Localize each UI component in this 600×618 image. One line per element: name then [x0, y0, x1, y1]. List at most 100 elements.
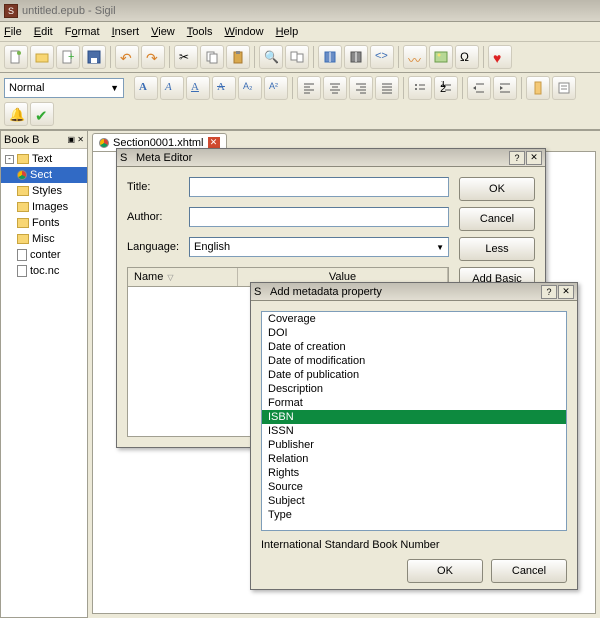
title-label: Title:: [127, 181, 189, 193]
align-justify-icon[interactable]: [375, 76, 399, 100]
menu-edit[interactable]: Edit: [34, 26, 53, 38]
validate-icon[interactable]: 🔔: [4, 102, 28, 126]
tree-folder-images[interactable]: Images: [1, 199, 87, 215]
property-item[interactable]: Date of publication: [262, 368, 566, 382]
less-button[interactable]: Less: [459, 237, 535, 261]
file-icon: [17, 249, 27, 261]
menu-file[interactable]: File: [4, 26, 22, 38]
tree-folder-misc[interactable]: Misc: [1, 231, 87, 247]
italic-icon[interactable]: A: [160, 76, 184, 100]
meta-editor-titlebar[interactable]: SMeta Editor ? ✕: [117, 149, 545, 167]
menu-insert[interactable]: Insert: [112, 26, 140, 38]
chrome-icon: [99, 138, 109, 148]
tree-folder-fonts[interactable]: Fonts: [1, 215, 87, 231]
toolbar-separator: [169, 46, 170, 68]
toolbar-separator: [403, 77, 404, 99]
sidebar-controls[interactable]: ▣ ✕: [68, 135, 84, 144]
split-view-icon[interactable]: [344, 45, 368, 69]
menu-format[interactable]: Format: [65, 26, 100, 38]
property-item[interactable]: Date of creation: [262, 340, 566, 354]
property-item[interactable]: ISBN: [262, 410, 566, 424]
ok-button[interactable]: OK: [459, 177, 535, 201]
name-column[interactable]: Name ▽: [128, 268, 238, 286]
language-value: English: [194, 241, 230, 253]
cancel-button[interactable]: Cancel: [459, 207, 535, 231]
paste-icon[interactable]: [226, 45, 250, 69]
numbered-list-icon[interactable]: 12: [434, 76, 458, 100]
outdent-icon[interactable]: [467, 76, 491, 100]
paragraph-style-select[interactable]: Normal ▼: [4, 78, 124, 98]
property-item[interactable]: Format: [262, 396, 566, 410]
split-marker-icon[interactable]: 〰: [403, 45, 427, 69]
menu-view[interactable]: View: [151, 26, 175, 38]
folder-icon: [17, 202, 29, 212]
close-button[interactable]: ✕: [558, 285, 574, 299]
property-listbox[interactable]: CoverageDOIDate of creationDate of modif…: [261, 311, 567, 531]
cancel-button[interactable]: Cancel: [491, 559, 567, 583]
property-item[interactable]: DOI: [262, 326, 566, 340]
property-item[interactable]: Description: [262, 382, 566, 396]
property-item[interactable]: Source: [262, 480, 566, 494]
strikethrough-icon[interactable]: A: [212, 76, 236, 100]
svg-text:2: 2: [440, 83, 446, 95]
menu-window[interactable]: Window: [224, 26, 263, 38]
tree-item-section[interactable]: Sect: [1, 167, 87, 183]
collapse-icon[interactable]: -: [5, 155, 14, 164]
redo-icon[interactable]: ↷: [141, 45, 165, 69]
subscript-icon[interactable]: A₂: [238, 76, 262, 100]
underline-icon[interactable]: A: [186, 76, 210, 100]
author-input[interactable]: [189, 207, 449, 227]
language-select[interactable]: English ▼: [189, 237, 449, 257]
tree-folder-styles[interactable]: Styles: [1, 183, 87, 199]
book-view-icon[interactable]: [318, 45, 342, 69]
align-right-icon[interactable]: [349, 76, 373, 100]
new-file-icon[interactable]: [4, 45, 28, 69]
tree-item-content[interactable]: conter: [1, 247, 87, 263]
bullet-list-icon[interactable]: [408, 76, 432, 100]
property-item[interactable]: Subject: [262, 494, 566, 508]
superscript-icon[interactable]: A²: [264, 76, 288, 100]
code-view-icon[interactable]: <>: [370, 45, 394, 69]
tree-folder-text[interactable]: -Text: [1, 151, 87, 167]
property-item[interactable]: Date of modification: [262, 354, 566, 368]
ok-button[interactable]: OK: [407, 559, 483, 583]
close-tab-icon[interactable]: ✕: [208, 137, 220, 149]
property-item[interactable]: Relation: [262, 452, 566, 466]
donate-icon[interactable]: ♥: [488, 45, 512, 69]
property-item[interactable]: ISSN: [262, 424, 566, 438]
property-item[interactable]: Publisher: [262, 438, 566, 452]
toc-icon[interactable]: [552, 76, 576, 100]
add-file-icon[interactable]: +: [56, 45, 80, 69]
cut-icon[interactable]: ✂: [174, 45, 198, 69]
align-center-icon[interactable]: [323, 76, 347, 100]
align-left-icon[interactable]: [297, 76, 321, 100]
add-metadata-title: Add metadata property: [270, 286, 382, 298]
indent-icon[interactable]: [493, 76, 517, 100]
copy-icon[interactable]: [200, 45, 224, 69]
metadata-icon[interactable]: [526, 76, 550, 100]
help-button[interactable]: ?: [509, 151, 525, 165]
author-label: Author:: [127, 211, 189, 223]
add-metadata-titlebar[interactable]: SAdd metadata property ? ✕: [251, 283, 577, 301]
find-icon[interactable]: 🔍: [259, 45, 283, 69]
toolbar-separator: [398, 46, 399, 68]
menu-tools[interactable]: Tools: [187, 26, 213, 38]
replace-icon[interactable]: [285, 45, 309, 69]
save-icon[interactable]: [82, 45, 106, 69]
undo-icon[interactable]: ↶: [115, 45, 139, 69]
bold-icon[interactable]: A: [134, 76, 158, 100]
property-item[interactable]: Coverage: [262, 312, 566, 326]
app-icon: S: [4, 4, 18, 18]
special-char-icon[interactable]: Ω: [455, 45, 479, 69]
help-button[interactable]: ?: [541, 285, 557, 299]
open-folder-icon[interactable]: [30, 45, 54, 69]
property-item[interactable]: Rights: [262, 466, 566, 480]
close-button[interactable]: ✕: [526, 151, 542, 165]
menu-help[interactable]: Help: [276, 26, 299, 38]
tree-item-tocncx[interactable]: toc.nc: [1, 263, 87, 279]
title-input[interactable]: [189, 177, 449, 197]
property-item[interactable]: Type: [262, 508, 566, 522]
sidebar-title: Book B: [4, 134, 39, 146]
insert-image-icon[interactable]: [429, 45, 453, 69]
check-icon[interactable]: ✔: [30, 102, 54, 126]
